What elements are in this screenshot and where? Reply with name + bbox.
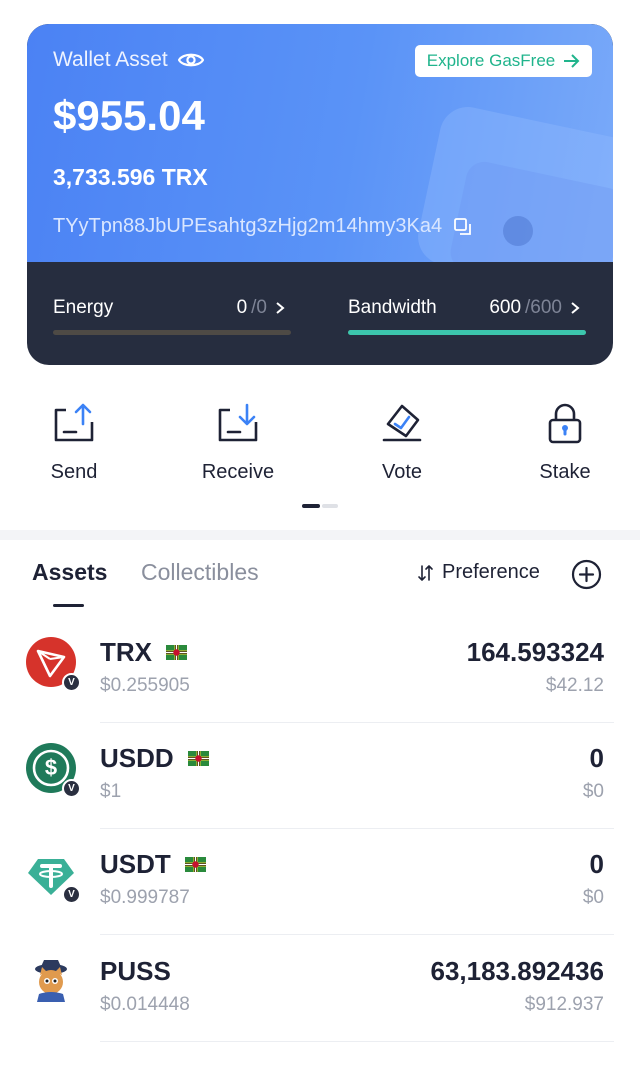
stake-button[interactable]: Stake xyxy=(510,402,620,484)
send-icon xyxy=(54,403,94,442)
chevron-right-icon xyxy=(571,302,580,314)
balance-usd: $955.04 xyxy=(53,92,205,139)
vote-icon xyxy=(382,404,422,442)
token-symbol: TRX xyxy=(100,637,152,667)
token-row-usdd[interactable]: $ V USDD $1 0 $0 xyxy=(0,723,640,829)
token-row-usdt[interactable]: V USDT $0.999787 0 $0 xyxy=(0,829,640,935)
wallet-asset-text: Wallet Asset xyxy=(53,48,168,71)
token-row-puss[interactable]: PUSS $0.014448 63,183.892436 $912.937 xyxy=(0,936,640,1042)
token-value: $42.12 xyxy=(545,675,604,696)
token-symbol: PUSS xyxy=(100,956,171,986)
token-price: $0.999787 xyxy=(100,887,190,908)
lock-icon xyxy=(548,403,582,444)
balance-trx: 3,733.596 TRX xyxy=(53,164,208,190)
token-name: TRX xyxy=(100,637,187,668)
explore-gasfree-label: Explore GasFree xyxy=(426,51,556,70)
bandwidth-used: 600 xyxy=(489,297,522,318)
page-indicator-active xyxy=(302,504,320,508)
token-name: USDD xyxy=(100,743,209,774)
explore-gasfree-button[interactable]: Explore GasFree xyxy=(415,45,592,77)
wallet-card-header: Wallet Asset Explore GasFree $955.04 3,7… xyxy=(27,24,613,262)
token-symbol: USDT xyxy=(100,849,171,879)
bandwidth-label: Bandwidth xyxy=(348,297,437,318)
preference-button[interactable]: Preference xyxy=(417,561,540,584)
section-divider xyxy=(0,530,640,540)
energy-resource[interactable]: Energy 0/0 xyxy=(53,294,291,354)
flag-icon xyxy=(184,857,206,872)
token-price: $0.255905 xyxy=(100,675,190,696)
receive-button[interactable]: Receive xyxy=(183,402,293,484)
tab-collectibles[interactable]: Collectibles xyxy=(141,559,259,586)
energy-bar xyxy=(53,330,291,335)
token-amount: 0 xyxy=(589,849,604,879)
token-value: $0 xyxy=(582,887,604,908)
card-knob xyxy=(503,216,533,246)
tab-assets[interactable]: Assets xyxy=(32,559,107,586)
bandwidth-value: 600/600 xyxy=(489,297,580,319)
token-value: $0 xyxy=(582,781,604,802)
receive-label: Receive xyxy=(201,461,275,483)
flag-icon xyxy=(166,645,187,660)
token-amount: 164.593324 xyxy=(466,637,604,667)
bandwidth-total: /600 xyxy=(525,297,562,318)
flag-icon xyxy=(187,751,209,766)
energy-total: /0 xyxy=(251,297,267,318)
send-label: Send xyxy=(50,461,98,483)
token-symbol: USDD xyxy=(100,743,174,773)
wallet-address[interactable]: TYyTpn88JbUPEsahtg3zHjg2m14hmy3Ka4 xyxy=(53,215,472,238)
energy-value: 0/0 xyxy=(237,297,285,319)
token-row-trx[interactable]: V TRX $0.255905 164.593324 $42.12 xyxy=(0,617,640,723)
token-amount: 63,183.892436 xyxy=(430,956,604,986)
verified-badge: V xyxy=(62,673,81,692)
copy-icon[interactable] xyxy=(454,217,472,236)
row-divider xyxy=(100,1041,614,1042)
token-value: $912.937 xyxy=(524,994,604,1015)
vote-label: Vote xyxy=(381,461,423,483)
chevron-right-icon xyxy=(276,302,285,314)
wallet-address-text: TYyTpn88JbUPEsahtg3zHjg2m14hmy3Ka4 xyxy=(53,215,443,237)
sort-icon xyxy=(418,564,433,581)
page-indicator xyxy=(302,504,338,508)
energy-used: 0 xyxy=(236,297,248,318)
token-price: $1 xyxy=(100,781,122,802)
token-amount: 0 xyxy=(589,743,604,773)
arrow-right-icon xyxy=(564,54,580,68)
token-name: USDT xyxy=(100,849,206,880)
receive-icon xyxy=(218,403,258,442)
verified-badge: V xyxy=(62,779,81,798)
vote-button[interactable]: Vote xyxy=(347,402,457,484)
bandwidth-bar xyxy=(348,330,586,335)
puss-cat-token-icon xyxy=(35,960,67,1002)
add-token-icon[interactable] xyxy=(571,559,602,590)
stake-label: Stake xyxy=(539,461,591,483)
preference-label: Preference xyxy=(442,561,540,583)
wallet-card: Wallet Asset Explore GasFree $955.04 3,7… xyxy=(27,24,613,365)
row-divider xyxy=(100,934,614,935)
send-button[interactable]: Send xyxy=(19,402,129,484)
bandwidth-bar-fill xyxy=(348,330,586,335)
token-price: $0.014448 xyxy=(100,994,190,1015)
verified-badge: V xyxy=(62,885,81,904)
tab-active-indicator xyxy=(53,604,84,607)
bandwidth-resource[interactable]: Bandwidth 600/600 xyxy=(348,294,586,354)
token-name: PUSS xyxy=(100,956,171,987)
energy-label: Energy xyxy=(53,297,114,318)
svg-text:$: $ xyxy=(45,755,57,780)
eye-icon[interactable] xyxy=(177,51,204,69)
wallet-asset-label: Wallet Asset xyxy=(53,48,204,72)
page-indicator-inactive xyxy=(322,504,338,508)
